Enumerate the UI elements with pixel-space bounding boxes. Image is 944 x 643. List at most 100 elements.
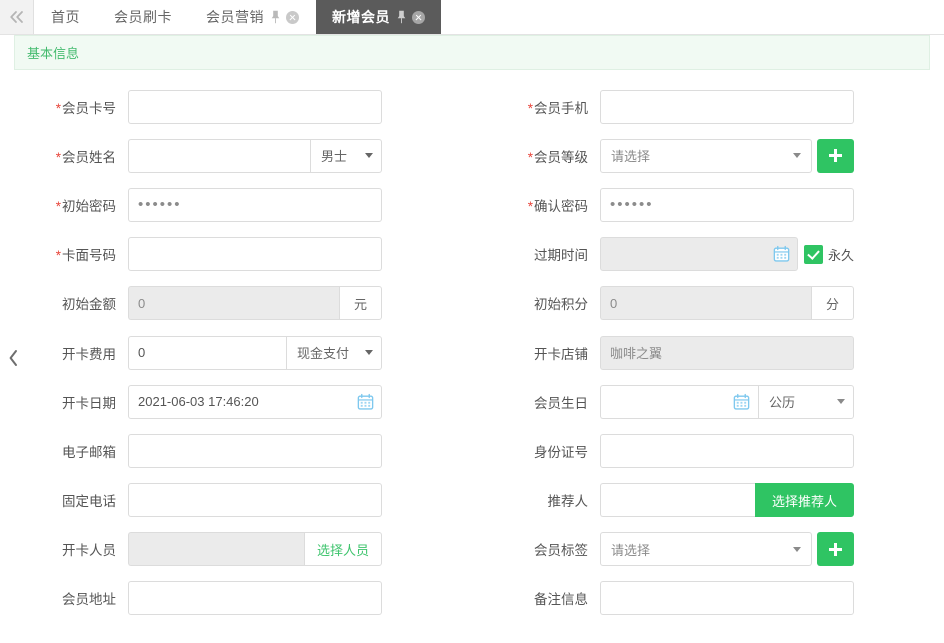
select-value: 公历 [769,395,796,411]
tab-label: 新增会员 [332,9,390,25]
field-label: *确认密码 [472,195,600,215]
required-asterisk: * [527,100,533,116]
field-label-text: 初始金额 [62,297,116,313]
field-label: *初始密码 [0,195,128,215]
calendar-icon[interactable] [733,393,750,410]
field-label-text: 会员生日 [534,395,588,411]
text-input[interactable] [600,89,854,124]
chevron-down-icon [365,153,373,159]
field-label-text: 开卡费用 [62,346,116,362]
field-label: 固定电话 [0,490,128,510]
field-label-text: 会员姓名 [62,149,116,165]
field-label-text: 会员手机 [534,100,588,116]
field-label-text: 身份证号 [534,444,588,460]
form-column-right: *会员手机 *会员等级 请选择 *确认密码 •••••• 过期时间 永久 初始积分 0 分开卡店铺… [472,82,944,623]
close-icon[interactable] [412,10,425,24]
form-row: 初始金额 0 元 [0,279,472,328]
select-dropdown[interactable]: 请选择 [600,532,812,567]
text-input: 0 [600,286,811,321]
form-row: 开卡费用 0 现金支付 [0,328,472,377]
input-with-picker: 选择人员 [128,532,382,567]
calendar-icon[interactable] [773,245,790,263]
select-dropdown[interactable]: 男士 [310,138,382,173]
field-label-text: 卡面号码 [62,248,116,264]
form-row: 会员地址 [0,574,472,623]
field-label-text: 初始密码 [62,198,116,214]
field-label: 初始积分 [472,293,600,313]
tab-3[interactable]: 会员营销 [189,0,316,34]
field-label: 过期时间 [472,244,600,264]
text-input[interactable] [600,483,755,518]
required-asterisk: * [55,248,61,264]
password-input[interactable]: •••••• [600,187,854,222]
select-dropdown[interactable]: 现金支付 [286,335,382,370]
text-input[interactable] [128,433,382,468]
field-label: *卡面号码 [0,244,128,264]
date-field [600,384,758,419]
form-row: *确认密码 •••••• [472,180,944,229]
text-input[interactable] [128,483,382,518]
required-asterisk: * [527,149,533,165]
field-control [128,433,382,468]
text-input[interactable]: 0 [128,335,286,370]
collapse-all-tabs-button[interactable] [0,0,34,34]
required-asterisk: * [55,198,61,214]
field-label: 开卡人员 [0,539,128,559]
field-label-text: 备注信息 [534,592,588,608]
required-asterisk: * [55,149,61,165]
input-with-select: 男士 [128,138,382,173]
add-new-button[interactable] [817,138,854,173]
field-control [128,581,382,616]
calendar-type-dropdown[interactable]: 公历 [758,384,854,419]
member-form: *会员卡号 *会员姓名 男士 *初始密码 •••••• *卡面号码 初始金额 0 元开卡费用 0 现… [0,82,944,643]
field-control: 请选择 [600,532,854,567]
form-row: 备注信息 [472,574,944,623]
text-input[interactable] [128,138,310,173]
add-new-button[interactable] [817,532,854,567]
field-label-text: 会员卡号 [62,100,116,116]
field-label: *会员等级 [472,146,600,166]
tab-4[interactable]: 新增会员 [316,0,441,34]
text-input[interactable] [128,581,382,616]
field-label: 开卡店铺 [472,343,600,363]
text-input[interactable] [128,237,382,272]
checkbox-checked-icon[interactable] [803,244,823,264]
field-label-text: 会员标签 [534,543,588,559]
form-row: *会员卡号 [0,82,472,131]
password-input[interactable]: •••••• [128,187,382,222]
pick-staff-button[interactable]: 选择人员 [304,532,382,567]
form-row: 固定电话 [0,476,472,525]
field-label-text: 开卡日期 [62,395,116,411]
form-row: 开卡人员 选择人员 [0,525,472,574]
pin-icon[interactable] [271,10,280,24]
calendar-icon[interactable] [357,393,374,410]
tab-2[interactable]: 会员刷卡 [97,0,189,34]
section-title: 基本信息 [27,46,80,61]
unit-addon: 分 [811,286,854,321]
select-dropdown[interactable]: 请选择 [600,138,812,173]
required-asterisk: * [527,198,533,214]
permanent-checkbox[interactable]: 永久 [803,237,854,271]
text-input[interactable] [600,581,854,616]
tab-1[interactable]: 首页 [34,0,97,34]
input-with-select: 0 现金支付 [128,335,382,370]
pin-icon[interactable] [397,10,406,24]
text-input[interactable] [600,433,854,468]
field-control: 2021-06-03 17:46:20 [128,384,382,419]
field-label: 备注信息 [472,588,600,608]
close-icon[interactable] [286,10,299,24]
text-input [128,532,304,567]
field-control [128,237,382,272]
date-input[interactable]: 2021-06-03 17:46:20 [128,384,382,419]
field-control: 公历 [600,384,854,419]
basic-info-section-header: 基本信息 [14,35,930,70]
form-row: 身份证号 [472,426,944,475]
field-label-text: 电子邮箱 [62,444,116,460]
permanent-label: 永久 [827,247,854,263]
field-control: 0元 [128,286,382,321]
field-label-text: 会员等级 [534,149,588,165]
pick-referrer-button[interactable]: 选择推荐人 [755,483,854,518]
field-label-text: 确认密码 [534,198,588,214]
form-row: *会员等级 请选择 [472,131,944,180]
text-input[interactable] [128,89,382,124]
